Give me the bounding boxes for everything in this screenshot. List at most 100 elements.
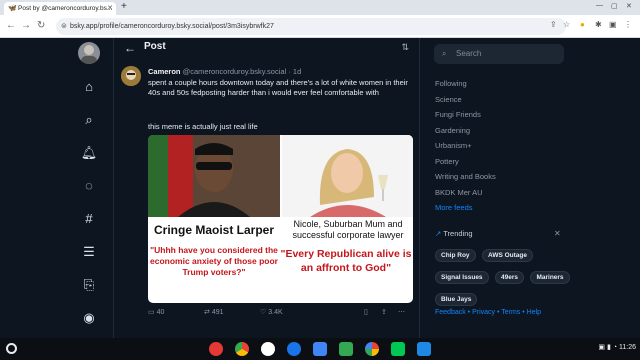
url-text: bsky.app/profile/cameroncorduroy.bsky.so… <box>70 23 274 30</box>
profile-icon[interactable]: ◉ <box>80 309 98 327</box>
bluesky-app: ⌂ ⌕ 🔔︎ ◌ # ☰ ⎘ ◉ ← Post ⇅ Cameron @camer… <box>0 38 640 338</box>
feed-list: Following Science Fungi Friends Gardenin… <box>435 76 496 216</box>
meme-left-quote: "Uhhh have you considered the economic a… <box>150 245 278 277</box>
post-text-2: this meme is actually just real life <box>148 122 258 131</box>
reply-button[interactable]: ▭ 40 <box>148 308 164 316</box>
trending-chip[interactable]: 49ers <box>495 271 524 284</box>
chrome-icon[interactable] <box>235 342 249 356</box>
tab-strip: 🦋 Post by @cameroncorduroy.bs... ✕ + — ▢… <box>0 0 640 15</box>
dismiss-trending-icon[interactable]: ✕ <box>554 229 561 238</box>
play-store-icon[interactable] <box>391 342 405 356</box>
minimize-icon[interactable]: — <box>596 2 603 9</box>
feed-item[interactable]: Pottery <box>435 154 496 170</box>
page-title: Post <box>144 41 166 52</box>
meme-image[interactable]: Cringe Maoist Larper Nicole, Suburban Mu… <box>148 135 413 303</box>
share-icon[interactable]: ⇪ <box>550 20 557 29</box>
side-panel-icon[interactable]: ▣ <box>609 20 617 29</box>
post-actions: ▭ 40 ⇄ 491 ♡ 3.4K ▯ ⇪ ⋯ <box>148 308 413 322</box>
trending-label: Trending <box>443 229 473 238</box>
footer-links[interactable]: Feedback • Privacy • Terms • Help <box>435 309 541 316</box>
like-button[interactable]: ♡ 3.4K <box>260 308 283 316</box>
extension-icon[interactable]: ● <box>580 20 585 29</box>
launcher-icon[interactable] <box>6 343 17 354</box>
author-avatar[interactable] <box>121 66 141 86</box>
search-icon[interactable]: ⌕ <box>80 111 98 129</box>
meme-right-caption: Nicole, Suburban Mum and successful corp… <box>292 219 404 240</box>
search-placeholder: Search <box>456 49 482 58</box>
close-window-icon[interactable]: ✕ <box>626 2 632 10</box>
post-header: ← Post ⇅ <box>114 38 421 58</box>
like-count: 3.4K <box>268 309 283 316</box>
battery-icon: ▮ <box>607 344 611 351</box>
close-tab-icon[interactable]: ✕ <box>107 2 113 15</box>
back-arrow-icon[interactable]: ← <box>124 41 136 55</box>
right-sidebar: ⌕ Search Following Science Fungi Friends… <box>428 38 640 338</box>
browser-menu-icon[interactable]: ⋮ <box>624 20 632 29</box>
feed-item[interactable]: Gardening <box>435 123 496 139</box>
youtube-icon[interactable] <box>209 342 223 356</box>
more-feeds-link[interactable]: More feeds <box>435 200 496 216</box>
meme-photo-left <box>148 135 280 217</box>
author-name[interactable]: Cameron <box>148 67 181 76</box>
clock: 11:26 <box>619 344 636 351</box>
feed-item[interactable]: Fungi Friends <box>435 107 496 123</box>
notifications-bell-icon[interactable]: 🔔︎ <box>80 144 98 162</box>
feed-item[interactable]: Urbanism+ <box>435 138 496 154</box>
maximize-icon[interactable]: ▢ <box>611 2 618 10</box>
search-input[interactable]: ⌕ Search <box>434 44 564 64</box>
trending-arrow-icon: ↗ <box>435 229 442 238</box>
bookmark-button[interactable]: ▯ <box>364 308 368 316</box>
trending-chip[interactable]: Chip Roy <box>435 249 476 262</box>
trending-chip[interactable]: Signal Issues <box>435 271 489 284</box>
address-bar[interactable]: ⊜ bsky.app/profile/cameroncorduroy.bsky.… <box>56 18 566 35</box>
camera-icon[interactable] <box>313 342 327 356</box>
search-icon: ⌕ <box>442 49 447 58</box>
repost-button[interactable]: ⇄ 491 <box>204 308 224 316</box>
feed-item[interactable]: Following <box>435 76 496 92</box>
reload-icon[interactable]: ↻ <box>37 20 45 32</box>
trending-chip[interactable]: Blue Jays <box>435 293 478 306</box>
feed-item[interactable]: BKDK Mer AU <box>435 185 496 201</box>
trending-topics: Chip Roy AWS Outage Signal Issues 49ers … <box>435 244 575 310</box>
feed-item[interactable]: Writing and Books <box>435 169 496 185</box>
home-icon[interactable]: ⌂ <box>80 78 98 96</box>
messages-icon[interactable] <box>287 342 301 356</box>
tab-title: Post by @cameroncorduroy.bs... <box>18 5 113 12</box>
sort-replies-icon[interactable]: ⇅ <box>401 42 409 53</box>
feeds-hash-icon[interactable]: # <box>80 210 98 228</box>
new-tab-button[interactable]: + <box>121 1 127 12</box>
screenshot-icon: ▣ <box>598 344 606 351</box>
reply-icon: ▭ <box>148 309 155 316</box>
left-navigation: ⌂ ⌕ 🔔︎ ◌ # ☰ ⎘ ◉ <box>70 38 110 338</box>
feed-item[interactable]: Science <box>435 92 496 108</box>
chat-icon[interactable]: ◌ <box>80 177 98 195</box>
more-options-icon[interactable]: ⋯ <box>398 308 405 316</box>
woman-photo-icon <box>282 135 413 217</box>
os-shelf: ▣ ▮ ◔ 11:26 <box>0 338 640 360</box>
author-handle[interactable]: @cameroncorduroy.bsky.social <box>183 67 287 76</box>
extensions-puzzle-icon[interactable]: ✱ <box>595 20 602 29</box>
docs-icon[interactable] <box>339 342 353 356</box>
post-meta: Cameron @cameroncorduroy.bsky.social · 1… <box>148 67 302 76</box>
trending-chip[interactable]: Mariners <box>530 271 570 284</box>
forward-arrow-icon[interactable]: → <box>21 20 31 32</box>
bookmark-star-icon[interactable]: ☆ <box>563 20 570 29</box>
share-post-icon[interactable]: ⇪ <box>381 308 387 316</box>
browser-tab[interactable]: 🦋 Post by @cameroncorduroy.bs... ✕ <box>4 2 116 15</box>
man-photo-icon <box>148 135 280 217</box>
back-arrow-icon[interactable]: ← <box>6 20 16 32</box>
photos-icon[interactable] <box>365 342 379 356</box>
lists-icon[interactable]: ☰ <box>80 243 98 261</box>
post-text: spent a couple hours downtown today and … <box>148 78 408 97</box>
post-age: 1d <box>292 67 302 76</box>
repost-icon: ⇄ <box>204 309 210 316</box>
meme-left-caption: Cringe Maoist Larper <box>153 223 275 237</box>
meme-right-quote: "Every Republican alive is an affront to… <box>280 248 412 274</box>
trending-chip[interactable]: AWS Outage <box>481 249 533 262</box>
site-info-icon[interactable]: ⊜ <box>61 18 67 35</box>
reply-count: 40 <box>156 309 165 316</box>
files-icon[interactable] <box>417 342 431 356</box>
gmail-icon[interactable] <box>261 342 275 356</box>
saved-bookmark-icon[interactable]: ⎘ <box>80 276 98 294</box>
system-tray[interactable]: ▣ ▮ ◔ 11:26 <box>598 343 636 351</box>
